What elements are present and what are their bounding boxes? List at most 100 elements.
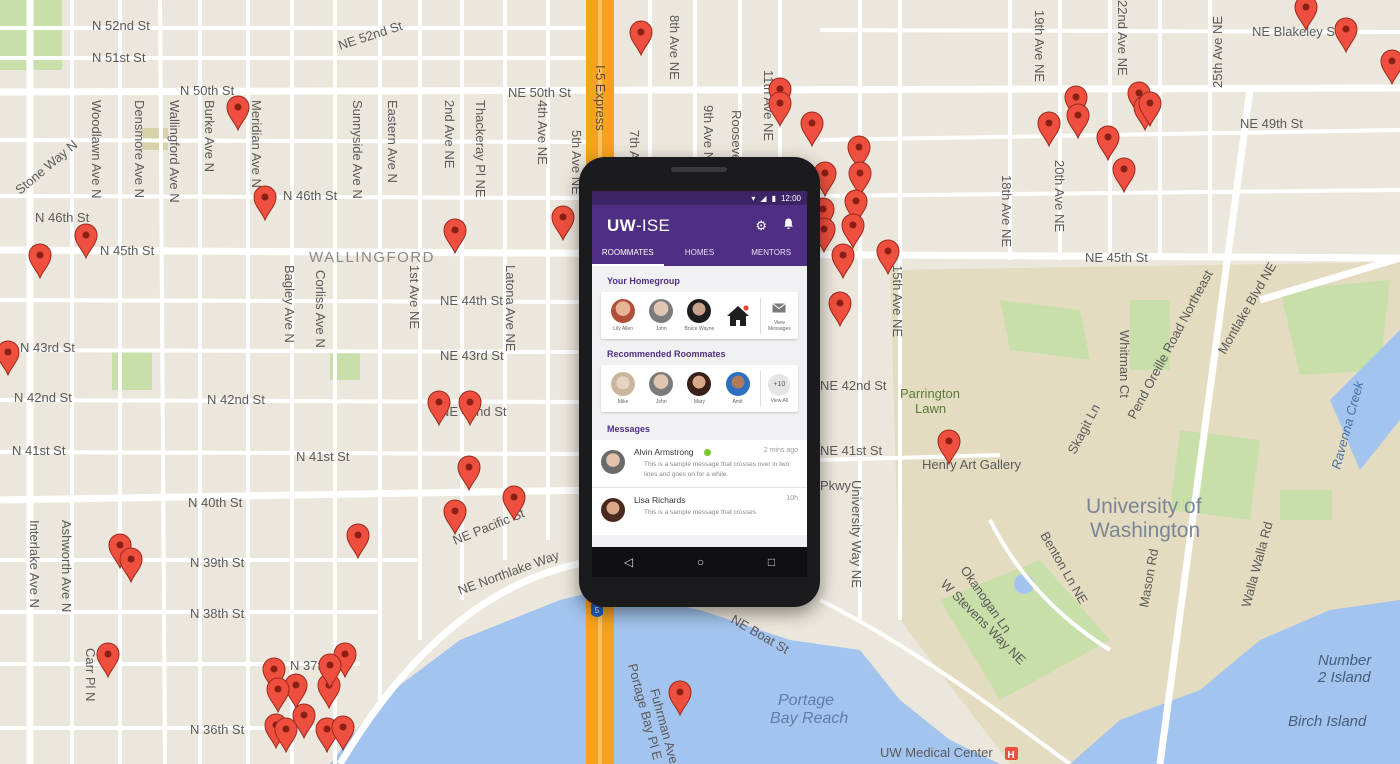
street-label: Pkwy <box>820 478 852 493</box>
street-label: N 38th St <box>190 606 245 621</box>
street-label: 18th Ave NE <box>999 175 1014 247</box>
university-label-line1: University of <box>1086 495 1202 518</box>
member-name: Bruce Wayne <box>684 326 715 332</box>
street-label: NE 45th St <box>1085 250 1148 265</box>
recents-icon[interactable]: □ <box>768 555 775 569</box>
street-label: N 50th St <box>180 83 235 98</box>
henry-art-gallery-label: Henry Art Gallery <box>922 457 1021 472</box>
recommended-person[interactable]: John <box>642 372 680 405</box>
home-icon[interactable] <box>719 304 757 327</box>
street-label: Corliss Ave N <box>313 270 328 348</box>
street-label: NE 49th St <box>1240 116 1303 131</box>
message-item[interactable]: Alvin Armstrong 2 mins ago This is a sam… <box>592 440 807 488</box>
person-name: Amit <box>732 399 743 405</box>
street-label: N 42nd St <box>14 390 72 405</box>
street-label: NE Blakeley St <box>1252 24 1339 39</box>
message-time: 2 mins ago <box>763 447 798 454</box>
street-label: I-5 Express <box>593 65 608 131</box>
avatar <box>611 299 636 323</box>
recommended-person[interactable]: Mike <box>604 372 642 405</box>
avatar <box>687 372 712 396</box>
street-label: 19th Ave NE <box>1032 10 1047 82</box>
street-label: Meridian Ave N <box>249 100 264 188</box>
battery-icon: ▮ <box>771 193 776 203</box>
homegroup-title: Your Homegroup <box>607 276 680 286</box>
street-label: 2nd Ave NE <box>442 100 457 169</box>
app-screen: ▾ ◢ ▮ 12:00 UW-ISE ⚙ ROOMMATES HOMES MEN… <box>592 191 807 577</box>
tab-roommates[interactable]: ROOMMATES <box>592 242 664 266</box>
view-all-button[interactable]: +10 View All <box>764 373 795 404</box>
street-label: 25th Ave NE <box>1210 16 1225 88</box>
street-label: NE 44th St <box>440 293 503 308</box>
street-label: Densmore Ave N <box>132 100 147 198</box>
i5-shield-label: 5 <box>595 606 600 615</box>
tab-mentors[interactable]: MENTORS <box>735 242 807 266</box>
portage-bay-label-line1: Portage <box>778 692 834 709</box>
street-label: N 40th St <box>188 495 243 510</box>
street-label: University Way NE <box>849 480 864 588</box>
recommended-title-b: Roommates <box>674 349 726 359</box>
street-label: Latona Ave NE <box>503 265 518 352</box>
card-divider <box>759 370 761 407</box>
tab-homes[interactable]: HOMES <box>664 242 736 266</box>
message-item[interactable]: Lisa Richards 10h This is a sample messa… <box>592 488 807 535</box>
street-label: Burke Ave N <box>202 100 217 172</box>
online-indicator <box>703 449 711 457</box>
app-brand: UW-ISE <box>607 216 670 236</box>
recommended-person[interactable]: Amit <box>719 372 757 405</box>
park <box>1280 490 1332 520</box>
street-label: Eastern Ave N <box>385 100 400 183</box>
person-name: Mary <box>693 399 705 405</box>
street-label: UW Medical Center <box>880 745 993 760</box>
view-messages-button[interactable]: View Messages <box>764 300 795 332</box>
recommended-person[interactable]: Mary <box>680 372 718 405</box>
avatar <box>601 450 625 474</box>
wifi-icon: ▾ <box>751 193 756 203</box>
street-label: N 45th St <box>100 243 155 258</box>
avatar <box>649 299 674 323</box>
avatar <box>725 372 750 396</box>
portage-bay-label-line2: Bay Reach <box>770 710 848 727</box>
messages-title: Messages <box>607 424 651 434</box>
gear-icon[interactable]: ⚙ <box>755 218 767 234</box>
message-time: 10h <box>786 495 798 502</box>
street-label: N 41st St <box>12 443 66 458</box>
message-sender: Alvin Armstrong <box>634 447 711 457</box>
view-messages-label: View Messages <box>767 319 791 332</box>
hospital-badge-label: H <box>1007 750 1014 761</box>
street-label: NE 43rd St <box>440 348 504 363</box>
tab-bar: ROOMMATES HOMES MENTORS <box>592 242 807 266</box>
street-label: 22nd Ave NE <box>1115 0 1130 76</box>
street-label: 4th Ave NE <box>535 100 550 165</box>
message-preview: This is a sample message that crosses ov… <box>644 461 790 478</box>
recommended-title-a: Recommended <box>607 349 672 359</box>
card-divider <box>759 297 761 334</box>
bell-icon[interactable] <box>783 218 794 234</box>
number2-label-line1: Number <box>1318 652 1372 669</box>
street-label: N 43rd St <box>20 340 75 355</box>
parrington-label-line2: Lawn <box>915 401 946 416</box>
android-nav-bar: ◁ ○ □ <box>592 547 807 577</box>
homegroup-member[interactable]: Bruce Wayne <box>680 299 718 332</box>
street-label: Thackeray Pl NE <box>473 100 488 198</box>
street-label: Carr Pl N <box>83 648 98 701</box>
street-label: N 46th St <box>35 210 90 225</box>
street-label: N 39th St <box>190 555 245 570</box>
homegroup-member[interactable]: Lily Allen <box>604 299 642 332</box>
street-label: N 36th St <box>190 722 245 737</box>
avatar <box>601 498 625 522</box>
street-label: 20th Ave NE <box>1052 160 1067 232</box>
view-all-label: View All <box>770 397 789 404</box>
signal-icon: ◢ <box>760 193 767 203</box>
street-label: Ashworth Ave N <box>59 520 74 612</box>
street-label: NE 50th St <box>508 85 571 100</box>
back-icon[interactable]: ◁ <box>624 555 633 569</box>
street-label: N 46th St <box>283 188 338 203</box>
street-label: Sunnyside Ave N <box>350 100 365 199</box>
message-sender: Lisa Richards <box>634 495 686 505</box>
street-label: NE 41st St <box>820 443 883 458</box>
home-button-icon[interactable]: ○ <box>697 555 704 569</box>
homegroup-member[interactable]: John <box>642 299 680 332</box>
brand-light: -ISE <box>635 216 671 235</box>
parrington-label-line1: Parrington <box>900 386 960 401</box>
